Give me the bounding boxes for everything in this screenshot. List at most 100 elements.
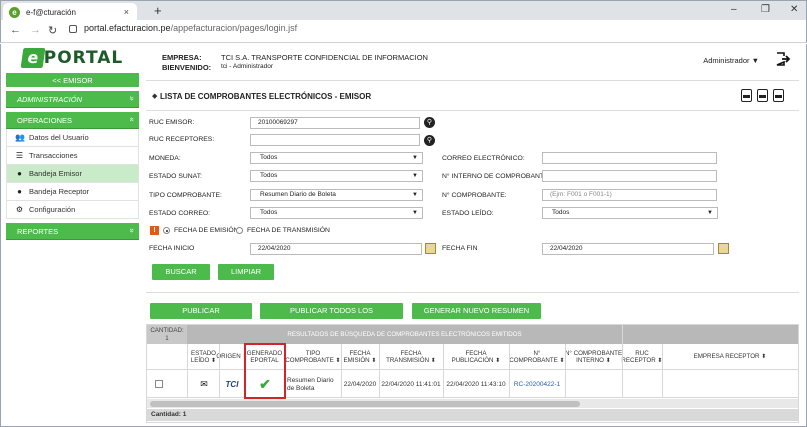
sidebar-section-reportes[interactable]: REPORTES » xyxy=(6,223,139,240)
empresa-label: EMPRESA: xyxy=(162,53,202,62)
col-tipo-comprobante[interactable]: TIPO COMPROBANTE ⬍ xyxy=(285,344,341,370)
radio-fecha-transmision[interactable] xyxy=(236,227,243,234)
fecha-inicio-input[interactable]: 22/04/2020 xyxy=(250,243,422,255)
ruc-receptores-label: RUC RECEPTORES: xyxy=(149,136,215,143)
limpiar-button[interactable]: LIMPIAR xyxy=(218,264,274,280)
browser-tab-bar: e e-f@cturación × + – ❐ ✕ xyxy=(0,0,807,21)
browser-tab[interactable]: e e-f@cturación × xyxy=(3,3,137,21)
page: e PORTAL << EMISOR ADMINISTRACIÓN » OPER… xyxy=(0,44,807,427)
logout-icon[interactable] xyxy=(776,52,791,66)
cell-fecha-transmision: 22/04/2020 11:41:01 xyxy=(381,380,441,388)
url-field[interactable]: portal.efacturacion.pe/appefacturacion/p… xyxy=(69,23,297,33)
col-ruc-receptor[interactable]: RUC RECEPTOR ⬍ xyxy=(621,344,662,370)
moneda-label: MONEDA: xyxy=(149,155,181,162)
sidebar-item-datos-usuario[interactable]: 👥 Datos del Usuario xyxy=(6,129,139,147)
chevron-up-icon: « xyxy=(127,117,137,122)
search-icon[interactable]: ⚲ xyxy=(424,135,435,146)
calendar-icon[interactable] xyxy=(718,243,729,254)
estado-correo-value: Todos xyxy=(260,209,278,216)
correo-electronico-input[interactable] xyxy=(542,152,717,164)
highlight-box xyxy=(244,343,286,399)
estado-sunat-value: Todos xyxy=(260,172,278,179)
estado-correo-select[interactable]: Todos ▼ xyxy=(250,207,423,219)
tipo-comprobante-select[interactable]: Resumen Diario de Boleta ▼ xyxy=(250,189,423,201)
col-fecha-emision[interactable]: FECHA EMISIÓN ⬍ xyxy=(341,344,379,370)
new-tab-button[interactable]: + xyxy=(154,3,162,18)
sidebar-item-transacciones[interactable]: ☰ Transacciones xyxy=(6,147,139,165)
caret-down-icon: ▼ xyxy=(707,210,713,216)
col-fecha-publicacion[interactable]: FECHA PUBLICACIÓN ⬍ xyxy=(443,344,509,370)
tipo-comprobante-value: Resumen Diario de Boleta xyxy=(260,191,336,198)
users-icon: 👥 xyxy=(15,133,25,142)
estado-leido-select[interactable]: Todos ▼ xyxy=(542,207,718,219)
estado-leido-value: Todos xyxy=(552,209,570,216)
moneda-value: Todos xyxy=(260,154,278,161)
cantidad-header: CANTIDAD: 1 xyxy=(147,325,187,344)
publicar-comprobantes-button[interactable]: PUBLICAR COMPROBANTES xyxy=(150,303,252,331)
sidebar-section-label: OPERACIONES xyxy=(17,115,73,125)
export-txt-icon[interactable] xyxy=(773,89,784,102)
cell-tipo: Resumen Diario de Boleta xyxy=(287,377,334,392)
interno-label: N° INTERNO DE COMPROBANTE: xyxy=(442,173,551,180)
n-comprobante-input[interactable]: (Ejm: F001 o F001-1) xyxy=(542,189,717,201)
logo-text: PORTAL xyxy=(43,48,124,68)
n-comprobante-label: N° COMPROBANTE: xyxy=(442,192,507,199)
estado-sunat-label: ESTADO SUNAT: xyxy=(149,173,202,180)
window-close-icon[interactable]: ✕ xyxy=(790,4,798,15)
row-checkbox[interactable] xyxy=(155,380,163,388)
eportal-logo: e PORTAL xyxy=(6,47,139,69)
search-icon[interactable]: ⚲ xyxy=(424,117,435,128)
col-fecha-transmision[interactable]: FECHA TRANSMISIÓN ⬍ xyxy=(379,344,443,370)
back-emisor-button[interactable]: << EMISOR xyxy=(6,73,139,87)
col-n-comprobante[interactable]: N° COMPROBANTE ⬍ xyxy=(509,344,565,370)
buscar-button[interactable]: BUSCAR xyxy=(152,264,210,280)
export-excel-icon[interactable] xyxy=(757,89,768,102)
bienvenido-label: BIENVENIDO: xyxy=(162,63,212,72)
maximize-icon[interactable]: ❐ xyxy=(761,4,770,15)
forward-arrow-icon[interactable]: → xyxy=(30,24,41,36)
origen-logo: TCI xyxy=(225,379,239,389)
ruc-receptores-input[interactable] xyxy=(250,134,420,146)
calendar-icon[interactable] xyxy=(425,243,436,254)
lock-icon xyxy=(69,25,77,33)
sidebar-item-configuracion[interactable]: ⚙ Configuración xyxy=(6,201,139,219)
col-estado-leido[interactable]: ESTADO LEÍDO ⬍ xyxy=(188,344,219,370)
fecha-fin-input[interactable]: 22/04/2020 xyxy=(542,243,714,255)
col-n-interno[interactable]: N° COMPROBANTE INTERNO ⬍ xyxy=(565,344,622,370)
sidebar-item-bandeja-receptor[interactable]: ● Bandeja Receptor xyxy=(6,183,139,201)
tab-close-icon[interactable]: × xyxy=(124,7,129,17)
export-pdf-icon[interactable] xyxy=(741,89,752,102)
radio-fecha-emision-label: FECHA DE EMISIÓN xyxy=(174,227,239,234)
interno-input[interactable] xyxy=(542,170,717,182)
col-origen[interactable]: ORIGEN ⬍ xyxy=(216,344,247,370)
radio-fecha-emision[interactable] xyxy=(163,227,170,234)
sidebar-section-operaciones[interactable]: OPERACIONES « xyxy=(6,112,139,129)
horizontal-scrollbar[interactable] xyxy=(147,399,798,408)
back-arrow-icon[interactable]: ← xyxy=(10,24,21,36)
envelope-icon: ✉ xyxy=(200,379,208,390)
cell-ruc-receptor xyxy=(622,371,662,398)
user-menu[interactable]: Administrador ▼ xyxy=(703,56,759,65)
results-group-header: CANTIDAD: 1 RESULTADOS DE BÚSQUEDA DE CO… xyxy=(147,325,798,344)
sidebar-section-administracion[interactable]: ADMINISTRACIÓN » xyxy=(6,91,139,108)
estado-sunat-select[interactable]: Todos ▼ xyxy=(250,170,423,182)
bienvenido-value: tci - Administrador xyxy=(221,63,274,70)
scrollbar-thumb[interactable] xyxy=(150,400,580,407)
ruc-emisor-input[interactable]: 20100069297 xyxy=(250,117,420,129)
moneda-select[interactable]: Todos ▼ xyxy=(250,152,423,164)
results-table: CANTIDAD: 1 RESULTADOS DE BÚSQUEDA DE CO… xyxy=(146,324,799,423)
ruc-emisor-label: RUC EMISOR: xyxy=(149,119,195,126)
generar-resumen-button[interactable]: GENERAR NUEVO RESUMEN DIARIO xyxy=(412,303,541,331)
publicar-todos-button[interactable]: PUBLICAR TODOS LOS COMPROBANTES xyxy=(260,303,403,331)
cell-n-comprobante-link[interactable]: RC-20200422-1 xyxy=(509,371,565,398)
caret-down-icon: ▼ xyxy=(412,192,418,198)
minimize-icon[interactable]: – xyxy=(731,4,737,15)
sidebar-item-bandeja-emisor[interactable]: ● Bandeja Emisor xyxy=(6,165,139,183)
reload-icon[interactable]: ↻ xyxy=(48,24,57,37)
sidebar-item-label: Configuración xyxy=(29,205,76,214)
results-title: RESULTADOS DE BÚSQUEDA DE COMPROBANTES E… xyxy=(287,330,522,338)
sidebar-item-label: Transacciones xyxy=(29,151,78,160)
gears-icon: ⚙ xyxy=(15,205,24,214)
col-empresa-receptor[interactable]: EMPRESA RECEPTOR ⬍ xyxy=(662,344,798,370)
page-header: EMPRESA: TCI S.A. TRANSPORTE CONFIDENCIA… xyxy=(146,44,799,81)
